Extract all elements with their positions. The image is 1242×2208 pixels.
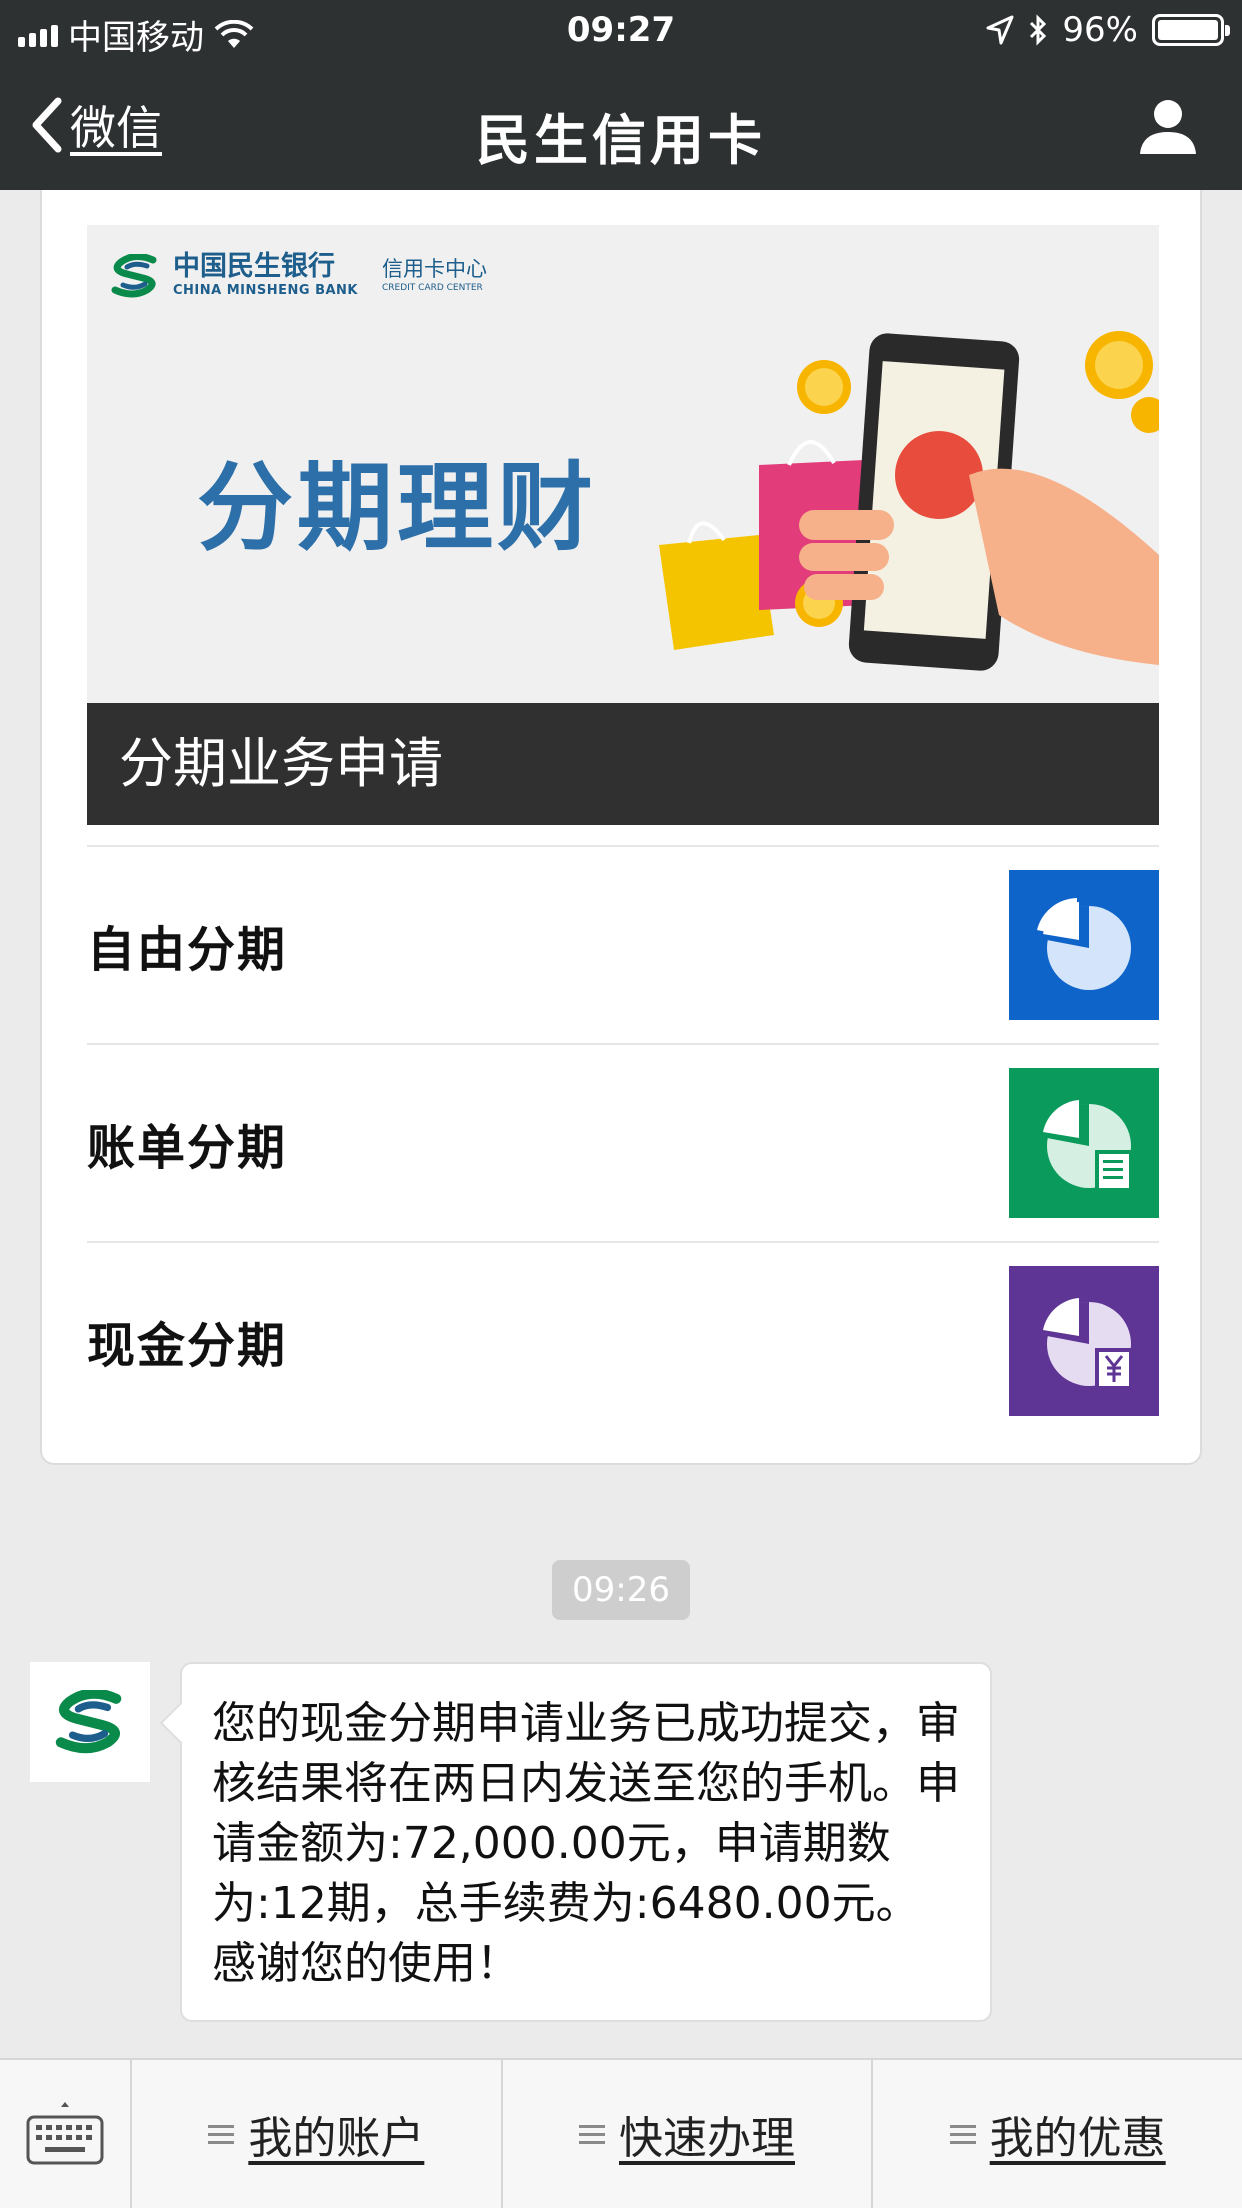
message-bubble[interactable]: 您的现金分期申请业务已成功提交，审核结果将在两日内发送至您的手机。申请金额为:7… bbox=[180, 1662, 992, 2022]
bank-name-cn: 中国民生银行 bbox=[173, 251, 335, 282]
bottom-menu: 我的账户 快速办理 我的优惠 bbox=[0, 2058, 1242, 2208]
keyboard-toggle-button[interactable] bbox=[0, 2060, 132, 2208]
bank-name-en: CHINA MINSHENG BANK bbox=[173, 283, 358, 298]
battery-percent: 96% bbox=[1062, 10, 1138, 50]
promo-banner[interactable]: 中国民生银行 CHINA MINSHENG BANK 信用卡中心 CREDIT … bbox=[87, 225, 1159, 825]
menu-item-label: 自由分期 bbox=[87, 922, 288, 978]
bank-logo: 中国民生银行 CHINA MINSHENG BANK 信用卡中心 CREDIT … bbox=[107, 253, 487, 298]
page-title: 民生信用卡 bbox=[476, 109, 766, 172]
menu-lines-icon bbox=[208, 2124, 235, 2144]
menu-item-label: 现金分期 bbox=[87, 1318, 288, 1374]
pie-chart-yuan-icon bbox=[1009, 1266, 1159, 1416]
service-card: 中国民生银行 CHINA MINSHENG BANK 信用卡中心 CREDIT … bbox=[40, 190, 1202, 1465]
chat-timestamp: 09:26 bbox=[552, 1560, 690, 1620]
menu-lines-icon bbox=[579, 2124, 605, 2144]
menu-label: 我的优惠 bbox=[989, 2113, 1166, 2164]
message-text: 您的现金分期申请业务已成功提交，审核结果将在两日内发送至您的手机。申请金额为:7… bbox=[212, 1698, 960, 1989]
banner-caption: 分期业务申请 bbox=[87, 703, 1159, 825]
menu-item-cash-installment[interactable]: 现金分期 bbox=[87, 1241, 1159, 1439]
minsheng-logo-icon bbox=[55, 1690, 122, 1754]
keyboard-icon bbox=[26, 2102, 104, 2165]
banner-title: 分期理财 bbox=[197, 452, 597, 564]
avatar[interactable] bbox=[30, 1662, 150, 1782]
menu-label: 快速办理 bbox=[619, 2113, 795, 2164]
pie-chart-bill-icon bbox=[1009, 1068, 1159, 1218]
menu-my-offers[interactable]: 我的优惠 bbox=[873, 2060, 1242, 2208]
menu-item-bill-installment[interactable]: 账单分期 bbox=[87, 1043, 1159, 1241]
credit-center-en: CREDIT CARD CENTER bbox=[382, 282, 483, 293]
menu-label: 我的账户 bbox=[248, 2113, 425, 2164]
bluetooth-icon bbox=[1030, 14, 1047, 46]
status-right: 96% bbox=[986, 10, 1230, 50]
user-icon[interactable] bbox=[1138, 96, 1198, 156]
pie-chart-icon bbox=[1009, 870, 1159, 1020]
shopping-phone-illustration bbox=[659, 331, 1159, 671]
installment-menu: 自由分期 账单分期 现金分期 bbox=[87, 845, 1159, 1439]
minsheng-logo-icon bbox=[111, 253, 157, 297]
menu-lines-icon bbox=[949, 2124, 976, 2144]
menu-quick-handle[interactable]: 快速办理 bbox=[503, 2060, 874, 2208]
battery-icon bbox=[1152, 14, 1230, 46]
credit-center-cn: 信用卡中心 bbox=[382, 256, 487, 281]
menu-my-account[interactable]: 我的账户 bbox=[132, 2060, 503, 2208]
menu-item-label: 账单分期 bbox=[87, 1120, 288, 1176]
menu-item-free-installment[interactable]: 自由分期 bbox=[87, 845, 1159, 1043]
status-bar: 中国移动 09:27 96% bbox=[0, 0, 1242, 62]
location-arrow-icon bbox=[986, 15, 1014, 45]
app-root: 中国移动 09:27 96% 微信 民生信用卡 中国民生银行 CHINA MIN… bbox=[0, 0, 1242, 2208]
nav-bar: 微信 民生信用卡 bbox=[0, 62, 1242, 190]
